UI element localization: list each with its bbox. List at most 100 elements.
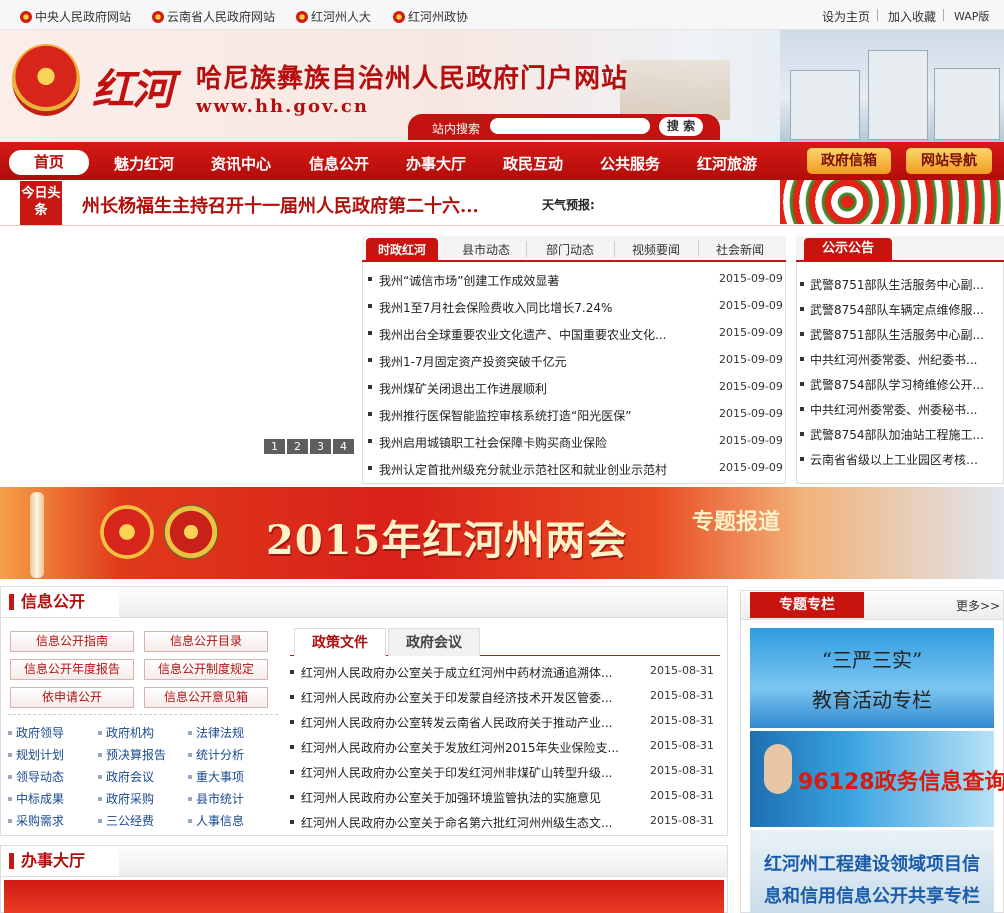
notice-item[interactable]: 云南省省级以上工业园区考核办法: [800, 451, 1000, 469]
site-title: 哈尼族彝族自治州人民政府门户网站: [196, 64, 629, 94]
service-hall-banner[interactable]: [4, 880, 724, 913]
wap-link[interactable]: WAP版: [954, 8, 989, 24]
nav-public-service[interactable]: 公共服务: [600, 153, 660, 174]
info-request-button[interactable]: 依申请公开: [10, 687, 134, 708]
nav-tourism[interactable]: 红河旅游: [697, 153, 757, 174]
news-item[interactable]: 我州出台全球重要农业文化遗产、中国重要农业文化... 2015-09-09: [368, 326, 783, 346]
info-link[interactable]: 中标成果: [8, 790, 64, 807]
notice-item[interactable]: 中共红河州委常委、州纪委书...: [800, 351, 1000, 369]
gate-illustration: [620, 60, 730, 120]
search-input[interactable]: [490, 118, 650, 134]
info-link[interactable]: 统计分析: [188, 746, 244, 763]
policy-item[interactable]: 红河州人民政府办公室关于印发蒙自经济技术开发区管委... 2015-08-31: [290, 689, 720, 707]
policy-item[interactable]: 红河州人民政府办公室关于加强环境监管执法的实施意见 2015-08-31: [290, 789, 720, 807]
tab-policy-docs[interactable]: 政策文件: [294, 628, 386, 656]
image-slider[interactable]: [6, 242, 358, 458]
national-emblem-logo[interactable]: [12, 44, 80, 116]
slider-page-2[interactable]: 2: [287, 439, 308, 454]
policy-item[interactable]: 红河州人民政府办公室关于印发红河州非煤矿山转型升级... 2015-08-31: [290, 764, 720, 782]
news-item[interactable]: 我州“诚信市场”创建工作成效显著 2015-09-09: [368, 272, 783, 292]
tab-notice[interactable]: 公示公告: [804, 238, 892, 262]
info-link[interactable]: 政府机构: [98, 724, 154, 741]
top-link-central[interactable]: 中央人民政府网站: [20, 8, 131, 25]
emblem-icon: [393, 11, 405, 23]
nav-service-hall[interactable]: 办事大厅: [406, 153, 466, 174]
tab-gov-meetings[interactable]: 政府会议: [388, 628, 480, 656]
nav-charm[interactable]: 魅力红河: [114, 153, 174, 174]
policy-item[interactable]: 红河州人民政府办公室关于命名第六批红河州州级生态文... 2015-08-31: [290, 814, 720, 832]
policy-item[interactable]: 红河州人民政府办公室关于成立红河州中药材流通追溯体... 2015-08-31: [290, 664, 720, 682]
info-link[interactable]: 领导动态: [8, 768, 64, 785]
flower-decoration: [780, 180, 1004, 224]
news-item[interactable]: 我州1-7月固定资产投资突破千亿元 2015-09-09: [368, 353, 783, 373]
news-item[interactable]: 我州推行医保智能监控审核系统打造“阳光医保” 2015-09-09: [368, 407, 783, 427]
nav-home[interactable]: 首页: [9, 150, 89, 175]
huabiao-pillar-image: [30, 492, 44, 578]
info-link[interactable]: 重大事项: [188, 768, 244, 785]
news-item[interactable]: 我州认定首批州级充分就业示范社区和就业创业示范村 2015-09-09: [368, 461, 783, 481]
news-item[interactable]: 我州煤矿关闭退出工作进展顺利 2015-09-09: [368, 380, 783, 400]
service-hall-title: 办事大厅: [1, 846, 119, 876]
info-catalog-button[interactable]: 信息公开目录: [144, 631, 268, 652]
info-open-title: 信息公开: [1, 587, 119, 617]
info-link[interactable]: 法律法规: [188, 724, 244, 741]
emblem-icon: [20, 11, 32, 23]
weather-label: 天气预报:: [542, 198, 595, 212]
notice-item[interactable]: 武警8751部队生活服务中心副...: [800, 276, 1000, 294]
info-link[interactable]: 县市统计: [188, 790, 244, 807]
news-item[interactable]: 我州启用城镇职工社会保障卡购买商业保险 2015-09-09: [368, 434, 783, 454]
top-link-yunnan[interactable]: 云南省人民政府网站: [152, 8, 275, 25]
government-building-image: [780, 30, 1004, 142]
info-link[interactable]: 三公经费: [98, 812, 154, 829]
slider-page-3[interactable]: 3: [310, 439, 331, 454]
info-link[interactable]: 采购需求: [8, 812, 64, 829]
card-text: 教育活动专栏: [812, 688, 932, 712]
nav-info-open[interactable]: 信息公开: [309, 153, 369, 174]
add-favorite-link[interactable]: 加入收藏: [888, 8, 936, 25]
info-link[interactable]: 政府领导: [8, 724, 64, 741]
agent-illustration: [764, 744, 792, 794]
tab-department[interactable]: 部门动态: [534, 238, 606, 262]
info-link[interactable]: 政府采购: [98, 790, 154, 807]
special-column-title: 专题专栏: [750, 592, 864, 618]
info-annual-report-button[interactable]: 信息公开年度报告: [10, 659, 134, 680]
nav-news[interactable]: 资讯中心: [211, 153, 271, 174]
site-nav-button[interactable]: 网站导航: [906, 148, 992, 174]
set-homepage-link[interactable]: 设为主页: [822, 8, 870, 25]
news-item[interactable]: 我州1至7月社会保险费收入同比增长7.24% 2015-09-09: [368, 299, 783, 319]
notice-item[interactable]: 武警8754部队加油站工程施工...: [800, 426, 1000, 444]
emblem-icon: [296, 11, 308, 23]
nav-interaction[interactable]: 政民互动: [503, 153, 563, 174]
tab-society[interactable]: 社会新闻: [704, 238, 776, 262]
tab-county[interactable]: 县市动态: [450, 238, 522, 262]
info-link[interactable]: 预决算报告: [98, 746, 166, 763]
info-link[interactable]: 人事信息: [188, 812, 244, 829]
tab-politics[interactable]: 时政红河: [366, 238, 438, 262]
notice-item[interactable]: 武警8754部队学习椅维修公开...: [800, 376, 1000, 394]
slider-page-1[interactable]: 1: [264, 439, 285, 454]
info-link[interactable]: 规划计划: [8, 746, 64, 763]
more-link[interactable]: 更多>>: [956, 597, 1000, 614]
emblem-icon: [152, 11, 164, 23]
tab-video[interactable]: 视频要闻: [620, 238, 692, 262]
divider: [877, 9, 878, 21]
headline-link[interactable]: 州长杨福生主持召开十一届州人民政府第二十六...: [82, 192, 479, 218]
gov-mailbox-button[interactable]: 政府信箱: [807, 148, 891, 174]
today-headline-badge: 今日头条: [20, 181, 62, 225]
card-text: 息和信用信息公开共享专栏: [764, 886, 980, 907]
slider-page-4[interactable]: 4: [333, 439, 354, 454]
banner-tag: 专题报道: [692, 509, 781, 535]
top-link-npc[interactable]: 红河州人大: [296, 8, 371, 25]
info-link[interactable]: 政府会议: [98, 768, 154, 785]
top-link-cppcc[interactable]: 红河州政协: [393, 8, 468, 25]
info-guide-button[interactable]: 信息公开指南: [10, 631, 134, 652]
three-strict-card[interactable]: [750, 628, 994, 728]
notice-item[interactable]: 武警8751部队生活服务中心副...: [800, 326, 1000, 344]
info-feedback-button[interactable]: 信息公开意见箱: [144, 687, 268, 708]
policy-item[interactable]: 红河州人民政府办公室转发云南省人民政府关于推动产业... 2015-08-31: [290, 714, 720, 732]
notice-item[interactable]: 中共红河州委常委、州委秘书...: [800, 401, 1000, 419]
policy-item[interactable]: 红河州人民政府办公室关于发放红河州2015年失业保险支... 2015-08-31: [290, 739, 720, 757]
info-rules-button[interactable]: 信息公开制度规定: [144, 659, 268, 680]
notice-item[interactable]: 武警8754部队车辆定点维修服...: [800, 301, 1000, 319]
search-button[interactable]: 搜 索: [659, 117, 703, 136]
